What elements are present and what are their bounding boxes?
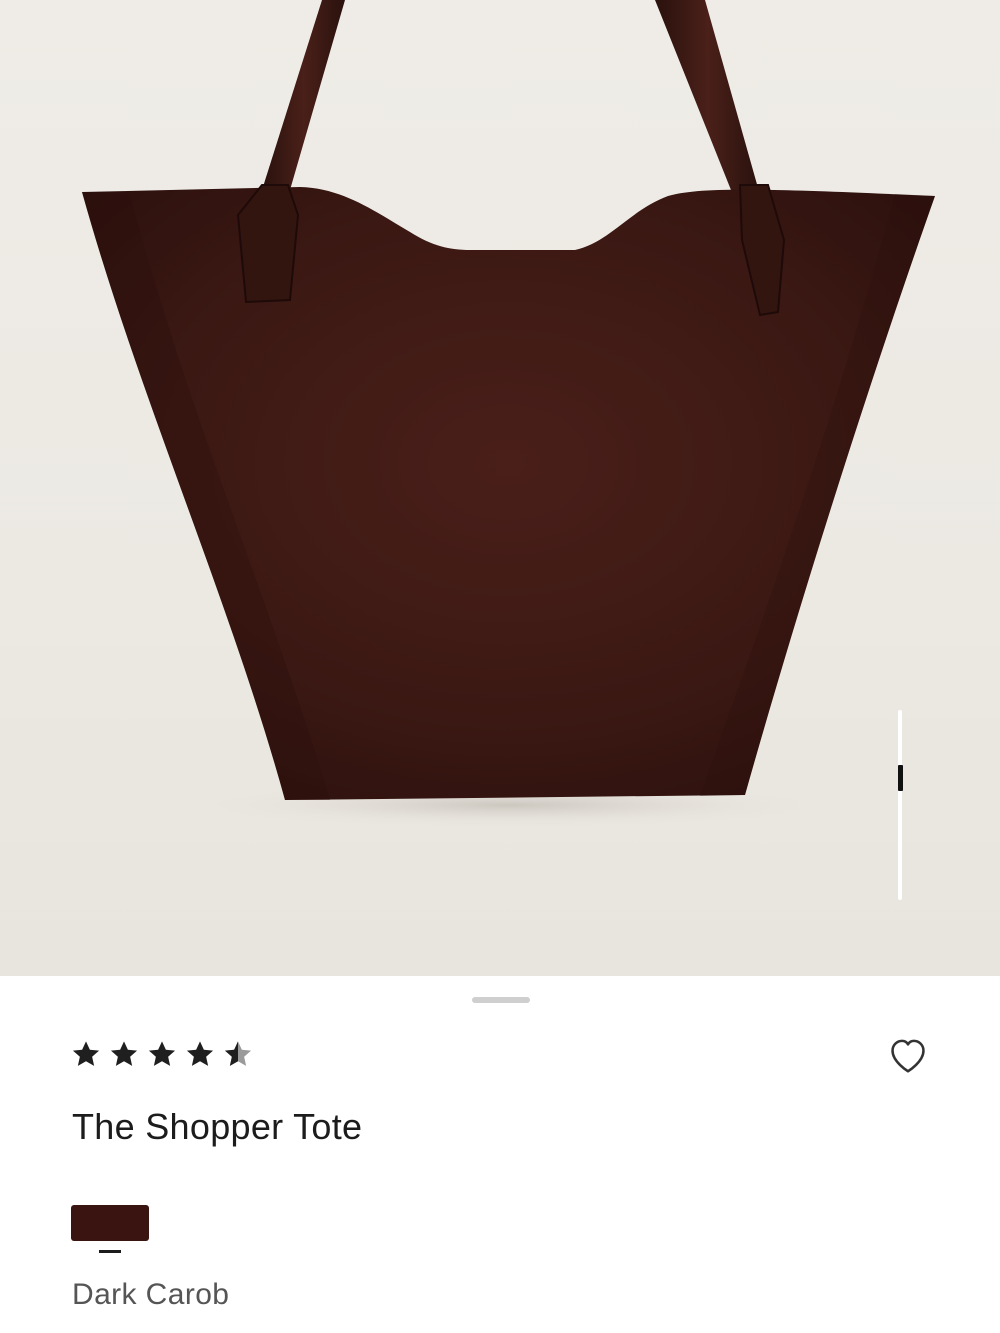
product-image[interactable] — [0, 0, 1000, 976]
product-title: The Shopper Tote — [72, 1106, 363, 1147]
selected-color-name: Dark Carob — [72, 1278, 230, 1311]
tote-bag-illustration — [82, 0, 935, 827]
star-half-icon — [224, 1041, 252, 1066]
favorite-button[interactable] — [884, 1030, 932, 1078]
star-icon — [186, 1041, 214, 1066]
star-icon — [72, 1041, 100, 1066]
image-pager-indicator — [898, 765, 903, 791]
star-icon — [110, 1041, 138, 1066]
color-swatch-dark-carob[interactable] — [71, 1205, 149, 1241]
bottom-sheet-handle[interactable] — [472, 997, 530, 1003]
star-icon — [148, 1041, 176, 1066]
heart-icon — [891, 1039, 925, 1073]
image-pager-track[interactable] — [898, 710, 902, 900]
star-rating[interactable] — [70, 1036, 254, 1072]
selected-swatch-indicator — [99, 1250, 121, 1253]
